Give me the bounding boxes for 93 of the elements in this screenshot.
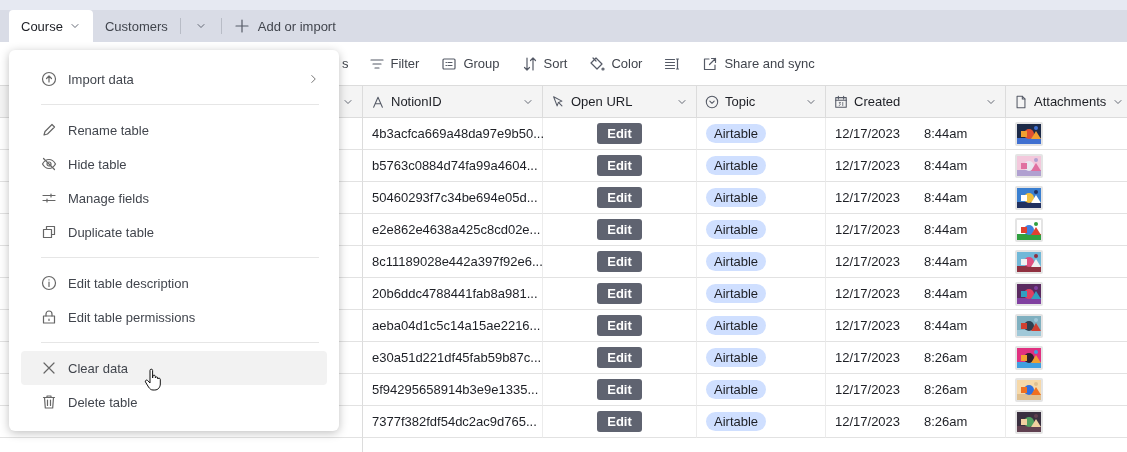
close-icon bbox=[41, 360, 57, 376]
upload-icon bbox=[41, 71, 57, 87]
share-icon bbox=[702, 55, 719, 72]
table-cell: 4b3acfca669a48da97e9b50... bbox=[363, 118, 543, 150]
trash-icon bbox=[41, 394, 57, 410]
edit-button[interactable]: Edit bbox=[597, 347, 642, 368]
add-or-import-button[interactable]: Add or import bbox=[221, 10, 348, 42]
edit-button[interactable]: Edit bbox=[597, 315, 642, 336]
menu-item[interactable]: Edit table description bbox=[21, 266, 327, 300]
table-cell: 20b6ddc4788441fab8a981... bbox=[363, 278, 543, 310]
topic-tag: Airtable bbox=[706, 188, 767, 207]
paint-bucket-icon bbox=[589, 55, 606, 72]
topic-tag: Airtable bbox=[706, 220, 767, 239]
info-icon bbox=[41, 275, 57, 291]
time-text: 8:44am bbox=[924, 254, 968, 269]
menu-item[interactable]: Edit table permissions bbox=[21, 300, 327, 334]
edit-button[interactable]: Edit bbox=[597, 411, 642, 432]
document-icon bbox=[1014, 94, 1028, 109]
table-cell: b5763c0884d74fa99a4604... bbox=[363, 150, 543, 182]
time-text: 8:44am bbox=[924, 318, 968, 333]
menu-item[interactable]: Delete table bbox=[21, 385, 327, 419]
edit-button[interactable]: Edit bbox=[597, 219, 642, 240]
color-button[interactable]: Color bbox=[589, 53, 643, 74]
topic-tag: Airtable bbox=[706, 412, 767, 431]
topic-tag: Airtable bbox=[706, 252, 767, 271]
group-icon bbox=[441, 55, 458, 72]
table-cell: 8c11189028e442a397f92e6... bbox=[363, 246, 543, 278]
topic-tag: Airtable bbox=[706, 316, 767, 335]
column-header[interactable]: Open URL bbox=[543, 86, 697, 118]
table-tab[interactable]: Customers bbox=[92, 10, 180, 42]
chevron-circle-icon bbox=[705, 94, 719, 109]
edit-button[interactable]: Edit bbox=[597, 283, 642, 304]
menu-item[interactable]: Duplicate table bbox=[21, 215, 327, 249]
date-text: 12/17/2023 bbox=[835, 126, 902, 141]
column-header[interactable]: Topic bbox=[697, 86, 826, 118]
sort-icon bbox=[521, 55, 538, 72]
edit-button[interactable]: Edit bbox=[597, 187, 642, 208]
date-text: 12/17/2023 bbox=[835, 254, 902, 269]
eye-off-icon bbox=[41, 156, 57, 172]
date-text: 12/17/2023 bbox=[835, 222, 902, 237]
time-text: 8:26am bbox=[924, 382, 968, 397]
date-text: 12/17/2023 bbox=[835, 190, 902, 205]
column-header[interactable]: NotionID bbox=[363, 86, 543, 118]
text-type-icon bbox=[371, 94, 385, 109]
table-cell: aeba04d1c5c14a15ae2216... bbox=[363, 310, 543, 342]
table-cell: e30a51d221df45fab59b87c... bbox=[363, 342, 543, 374]
cursor-icon bbox=[551, 94, 565, 109]
lock-icon bbox=[41, 309, 57, 325]
edit-button[interactable]: Edit bbox=[597, 155, 642, 176]
table-cell: 7377f382fdf54dc2ac9d765... bbox=[363, 406, 543, 438]
time-text: 8:44am bbox=[924, 222, 968, 237]
share-button[interactable]: Share and sync bbox=[702, 53, 815, 74]
filter-button[interactable]: Filter bbox=[368, 53, 420, 74]
menu-item[interactable]: Import data bbox=[21, 62, 327, 96]
time-text: 8:44am bbox=[924, 286, 968, 301]
row-height-icon bbox=[664, 55, 681, 72]
topic-tag: Airtable bbox=[706, 156, 767, 175]
date-text: 12/17/2023 bbox=[835, 158, 902, 173]
time-text: 8:26am bbox=[924, 414, 968, 429]
column-header[interactable]: Attachments bbox=[1006, 86, 1127, 118]
edit-button[interactable]: Edit bbox=[597, 379, 642, 400]
time-text: 8:44am bbox=[924, 158, 968, 173]
time-text: 8:44am bbox=[924, 190, 968, 205]
topic-tag: Airtable bbox=[706, 284, 767, 303]
date-text: 12/17/2023 bbox=[835, 414, 902, 429]
table-cell: 50460293f7c34be694e05d... bbox=[363, 182, 543, 214]
topic-tag: Airtable bbox=[706, 124, 767, 143]
menu-item[interactable]: Clear data bbox=[21, 351, 327, 385]
plus-icon bbox=[233, 18, 250, 34]
table-tab[interactable]: Course bbox=[9, 10, 93, 42]
time-text: 8:26am bbox=[924, 350, 968, 365]
calendar-icon bbox=[834, 94, 848, 109]
pencil-icon bbox=[41, 122, 57, 138]
menu-item[interactable]: Rename table bbox=[21, 113, 327, 147]
edit-button[interactable]: Edit bbox=[597, 251, 642, 272]
column-header[interactable]: Created bbox=[826, 86, 1006, 118]
hand-cursor-icon bbox=[144, 368, 164, 392]
edit-button[interactable]: Edit bbox=[597, 123, 642, 144]
table-cell: e2e862e4638a425c8cd02e... bbox=[363, 214, 543, 246]
date-text: 12/17/2023 bbox=[835, 286, 902, 301]
topic-tag: Airtable bbox=[706, 348, 767, 367]
copy-icon bbox=[41, 224, 57, 240]
time-text: 8:44am bbox=[924, 126, 968, 141]
table-cell: 5f94295658914b3e9e1335... bbox=[363, 374, 543, 406]
topic-tag: Airtable bbox=[706, 380, 767, 399]
menu-item[interactable]: Manage fields bbox=[21, 181, 327, 215]
date-text: 12/17/2023 bbox=[835, 318, 902, 333]
date-text: 12/17/2023 bbox=[835, 350, 902, 365]
toolbar-text[interactable]: s bbox=[342, 54, 349, 73]
sort-button[interactable]: Sort bbox=[521, 53, 568, 74]
group-button[interactable]: Group bbox=[441, 53, 500, 74]
date-text: 12/17/2023 bbox=[835, 382, 902, 397]
menu-item[interactable]: Hide table bbox=[21, 147, 327, 181]
